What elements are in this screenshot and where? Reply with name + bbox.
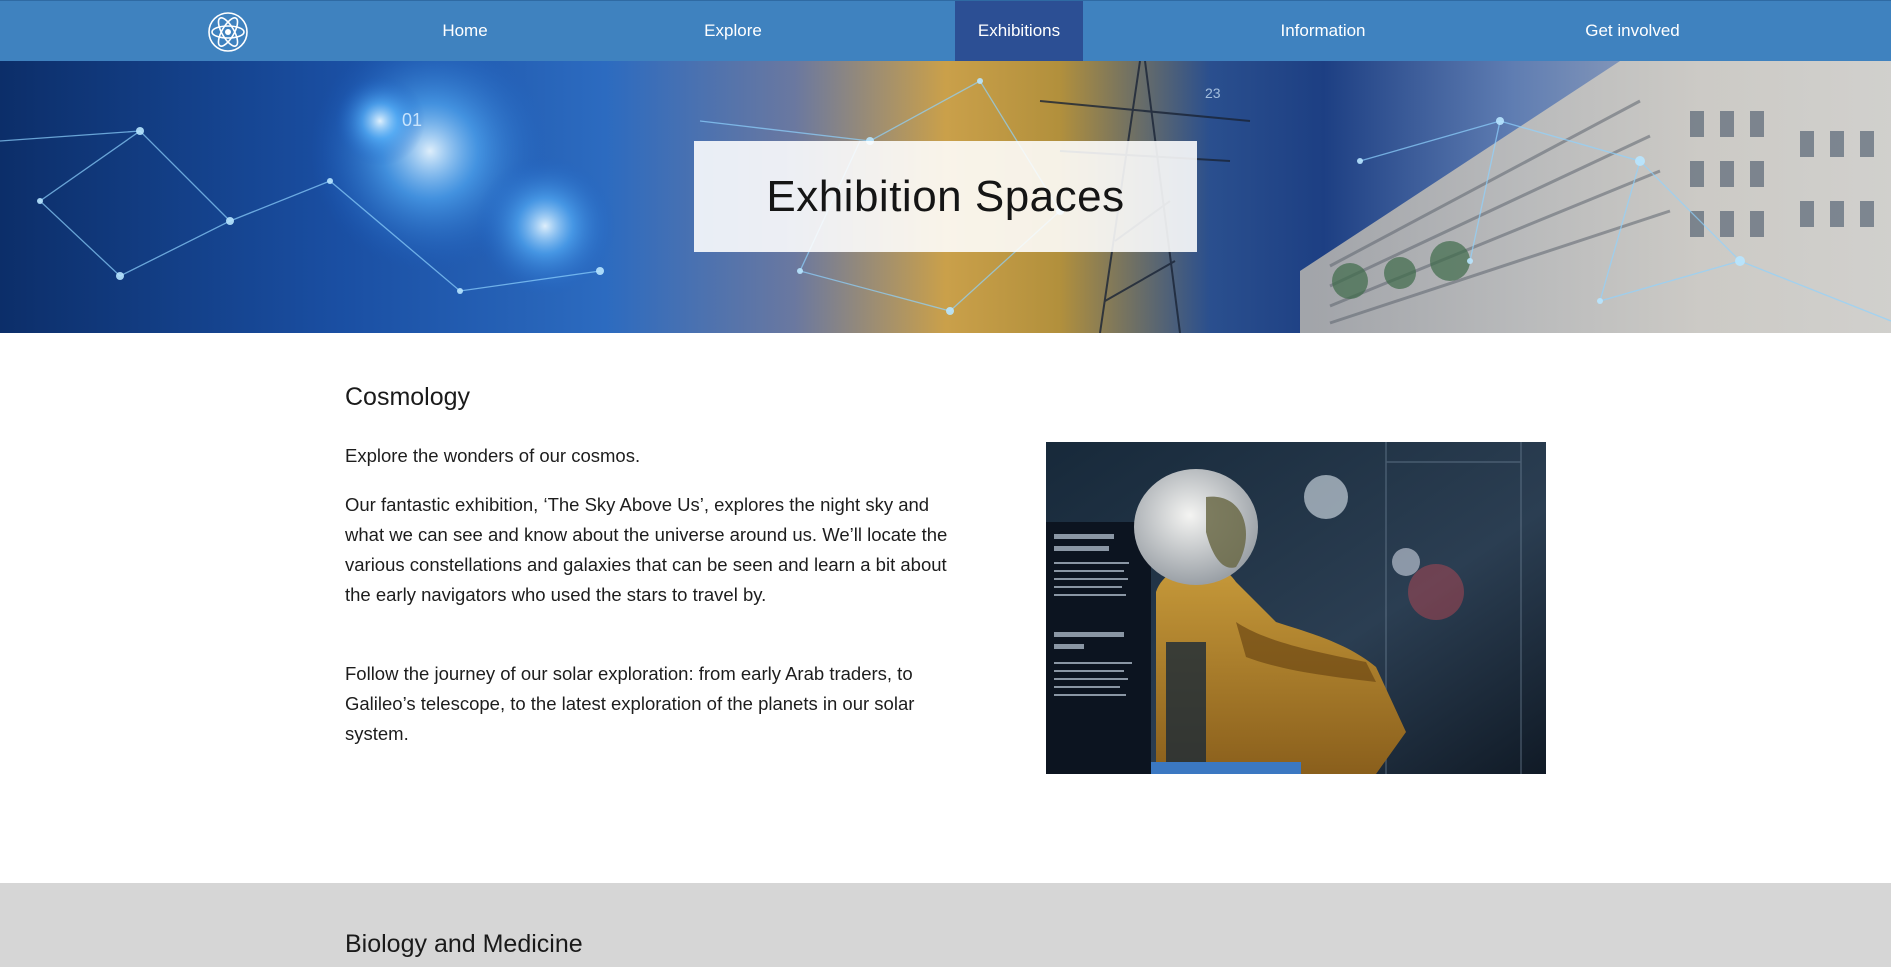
hero-number-01: 01	[402, 110, 422, 130]
section-title-cosmology: Cosmology	[345, 383, 471, 411]
biology-section	[0, 883, 1891, 967]
cosmology-paragraph: Explore the wonders of our cosmos.	[345, 445, 641, 466]
nav-item-information[interactable]: Information	[1258, 1, 1388, 61]
astronaut-exhibit-photo	[1046, 442, 1546, 774]
nav-item-home[interactable]: Home	[420, 1, 510, 61]
page-title: Exhibition Spaces	[766, 171, 1125, 221]
hero-title-box: Exhibition Spaces	[694, 141, 1197, 252]
nav-item-explore[interactable]: Explore	[683, 1, 783, 61]
atom-icon[interactable]	[207, 11, 249, 53]
nav-item-exhibitions[interactable]: Exhibitions	[955, 1, 1083, 61]
hero-banner: 01 23 Exhibition Spaces	[0, 61, 1891, 333]
cosmology-paragraph: Our fantastic exhibition, ‘The Sky Above…	[345, 494, 948, 605]
cosmology-paragraph: Follow the journey of our solar explorat…	[345, 663, 915, 744]
nav-item-get-involved[interactable]: Get involved	[1565, 1, 1700, 61]
hero-number-23: 23	[1205, 85, 1221, 101]
section-title-biology-medicine: Biology and Medicine	[345, 930, 583, 958]
top-navbar: Home Explore Exhibitions Information Get…	[0, 0, 1891, 61]
